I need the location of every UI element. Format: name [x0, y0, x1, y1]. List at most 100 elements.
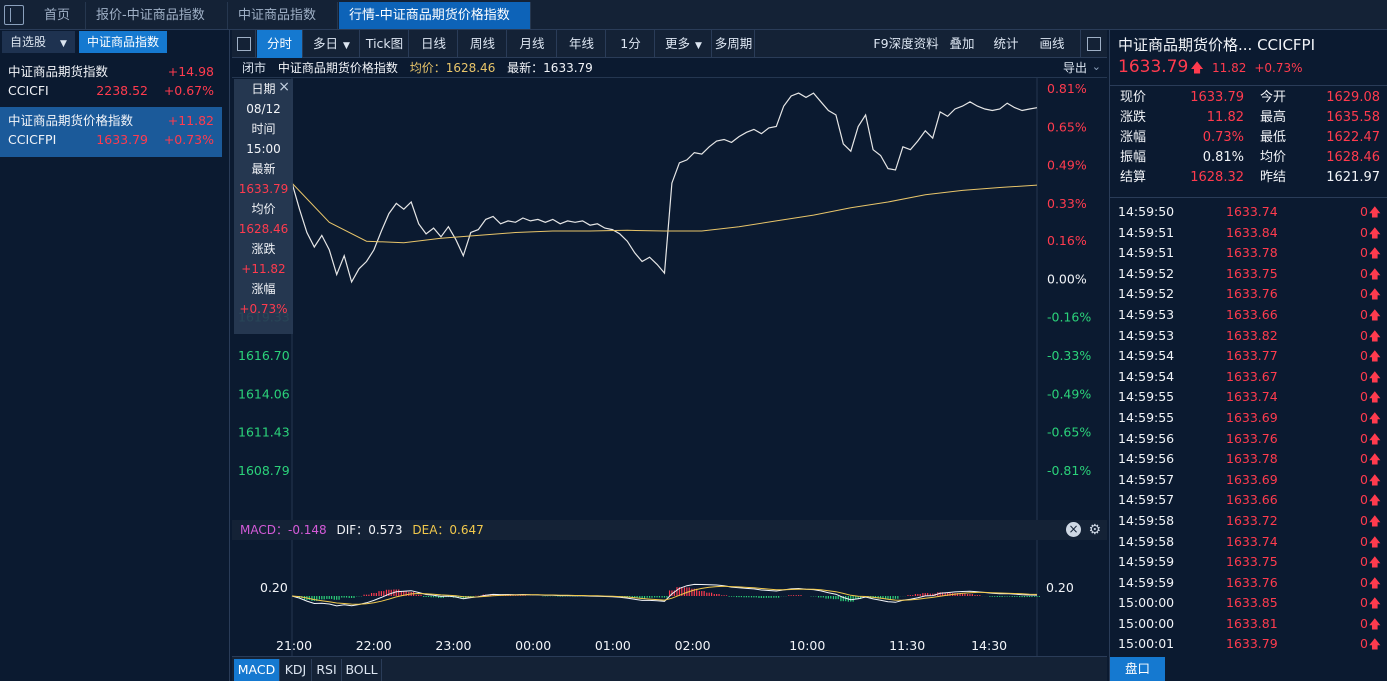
arrow-up-icon: 🡅 — [1368, 596, 1381, 611]
tab-label: 行情-中证商品期货价格指数 — [349, 8, 510, 23]
arrow-up-icon: 🡅 — [1368, 493, 1381, 508]
period-tick-button[interactable]: Tick图 — [361, 30, 409, 58]
panel-toggle-icon[interactable] — [232, 30, 256, 58]
instrument-title: 中证商品期货价格... CCICFPI — [1118, 36, 1316, 54]
sidebar-toggle-icon[interactable] — [4, 5, 24, 25]
chart-info-bar: 闭市 中证商品期货价格指数 均价：1628.46 最新：1633.79 导出 ⌄ — [232, 58, 1107, 78]
x-tick-label: 11:30 — [889, 638, 925, 653]
tab-home[interactable]: 首页 — [34, 2, 86, 29]
period-week-button[interactable]: 周线 — [459, 30, 507, 58]
arrow-up-icon: 🡅 — [1368, 472, 1381, 487]
tooltip-row: +11.82 — [241, 262, 286, 276]
tick-time: 14:59:52 — [1118, 286, 1175, 302]
right-panel-toggle-icon[interactable] — [1080, 30, 1106, 58]
arrow-up-icon: 🡅 — [1368, 349, 1381, 364]
tick-time: 14:59:58 — [1118, 512, 1175, 528]
stat-value: 1633.79 — [1190, 90, 1244, 105]
button-label: 分时 — [266, 36, 292, 51]
y-tick-label-right: 0.00% — [1047, 271, 1087, 286]
tick-price: 1633.74 — [1226, 533, 1278, 549]
tab-label: MACD — [237, 662, 276, 677]
tab-market-active[interactable]: 行情-中证商品期货价格指数× — [339, 2, 531, 49]
arrow-up-icon: 🡅 — [1368, 328, 1381, 343]
tick-qty: 0 — [1360, 409, 1368, 425]
tick-time: 14:59:59 — [1118, 574, 1175, 590]
overlay-button[interactable]: 叠加 — [944, 30, 980, 58]
tooltip-row: 涨幅 — [251, 282, 276, 296]
period-1min-button[interactable]: 1分 — [607, 30, 655, 58]
draw-line-button[interactable]: 画线 — [1034, 30, 1070, 58]
tick-qty: 0 — [1360, 224, 1368, 240]
tooltip-row: 均价 — [251, 202, 276, 216]
x-tick-label: 01:00 — [595, 638, 631, 653]
period-day-button[interactable]: 日线 — [410, 30, 458, 58]
tick-time: 15:00:00 — [1118, 595, 1175, 611]
stat-item: 今开 1629.08 — [1260, 88, 1380, 108]
close-icon[interactable]: × — [278, 79, 290, 95]
tick-row: 14:59:54 1633.77 0 🡅 — [1110, 346, 1387, 367]
f9-deep-data-button[interactable]: F9深度资料 — [872, 30, 940, 58]
gear-icon[interactable]: ⚙ — [1088, 520, 1101, 540]
button-label: 1分 — [620, 36, 641, 51]
tab-rsi[interactable]: RSI — [312, 659, 342, 681]
intraday-chart[interactable]: 1619.331616.701614.061611.431608.790.81%… — [232, 78, 1107, 520]
change-value: 11.82 — [1212, 61, 1247, 75]
crosshair-tooltip: × 日期 08/12 时间 15:00 最新 1633.79 均价 1628.46 涨跌 +11.… — [234, 79, 293, 334]
x-tick-label: 23:00 — [435, 638, 471, 653]
tick-row: 14:59:52 1633.76 0 🡅 — [1110, 284, 1387, 305]
statistics-button[interactable]: 统计 — [988, 30, 1024, 58]
arrow-up-icon: 🡅 — [1368, 637, 1381, 652]
tab-kdj[interactable]: KDJ — [280, 659, 312, 681]
instrument-name: 中证商品期货指数 — [8, 64, 109, 79]
tick-price: 1633.69 — [1226, 409, 1278, 425]
close-indicator-icon[interactable]: × — [1066, 522, 1081, 537]
stat-value: 0.73% — [1202, 130, 1244, 145]
tick-row: 14:59:51 1633.78 0 🡅 — [1110, 243, 1387, 264]
avg-value: 1628.46 — [445, 61, 496, 75]
subtab-commodity-index[interactable]: 中证商品指数 — [78, 31, 167, 53]
tick-time: 14:59:56 — [1118, 451, 1175, 467]
multi-period-button[interactable]: 多周期 — [713, 30, 755, 58]
pct-value: +0.73% — [163, 132, 214, 147]
tick-qty: 0 — [1360, 554, 1368, 570]
arrow-up-icon: 🡅 — [1368, 390, 1381, 405]
period-year-button[interactable]: 年线 — [558, 30, 606, 58]
macd-chart[interactable]: 0.20 0.20 21:00 22:00 23:00 00:00 01:00 02:00 10… — [232, 540, 1107, 656]
list-item-selected[interactable]: 中证商品期货价格指数 +11.82 CCICFPI 1633.79 +0.73% — [0, 107, 222, 157]
order-book-button[interactable]: 盘口 — [1110, 657, 1165, 681]
stat-label: 均价 — [1260, 150, 1287, 165]
y-tick-label-right: 0.65% — [1047, 119, 1087, 134]
period-more-button[interactable]: 更多 ▼ — [656, 30, 712, 58]
tick-time: 14:59:57 — [1118, 471, 1175, 487]
watchlist-panel: 自选股 ▼ 中证商品指数 中证商品期货指数 +14.98 CCICFI 2238.52… — [0, 30, 230, 681]
tick-row: 14:59:59 1633.76 0 🡅 — [1110, 573, 1387, 594]
tab-quote-list[interactable]: 报价-中证商品指数 — [86, 2, 228, 29]
subtab-watchlist[interactable]: 自选股 ▼ — [2, 31, 75, 53]
tab-index[interactable]: 中证商品指数 — [228, 2, 338, 29]
chevron-down-icon[interactable]: ⌄ — [1092, 57, 1101, 77]
period-multiday-button[interactable]: 多日 ▼ — [304, 30, 360, 58]
tab-boll[interactable]: BOLL — [342, 659, 382, 681]
tick-row: 15:00:00 1633.81 0 🡅 — [1110, 614, 1387, 635]
list-item[interactable]: 中证商品期货指数 +14.98 CCICFI 2238.52 +0.67% — [0, 58, 222, 108]
arrow-up-icon: 🡅 — [1368, 205, 1381, 219]
period-intraday-button[interactable]: 分时 — [257, 30, 303, 58]
tick-row: 14:59:57 1633.69 0 🡅 — [1110, 470, 1387, 491]
export-button[interactable]: 导出 — [1063, 58, 1087, 78]
tooltip-row: 15:00 — [246, 142, 281, 156]
tick-time: 14:59:55 — [1118, 389, 1175, 405]
macd-label: MACD： — [240, 523, 288, 537]
stat-label: 今开 — [1260, 90, 1287, 105]
button-label: F9深度资料 — [873, 36, 939, 51]
y-tick-label-left: 1608.79 — [238, 463, 290, 478]
x-tick-label: 00:00 — [515, 638, 551, 653]
tick-row: 14:59:57 1633.66 0 🡅 — [1110, 490, 1387, 511]
period-month-button[interactable]: 月线 — [508, 30, 557, 58]
tab-macd[interactable]: MACD — [234, 659, 280, 681]
stat-label: 振幅 — [1120, 150, 1147, 165]
stat-item: 振幅 0.81% — [1120, 148, 1244, 168]
tick-time: 15:00:00 — [1118, 615, 1175, 631]
tick-qty: 0 — [1360, 471, 1368, 487]
button-label: Tick图 — [365, 36, 404, 51]
price-line — [291, 92, 1038, 284]
